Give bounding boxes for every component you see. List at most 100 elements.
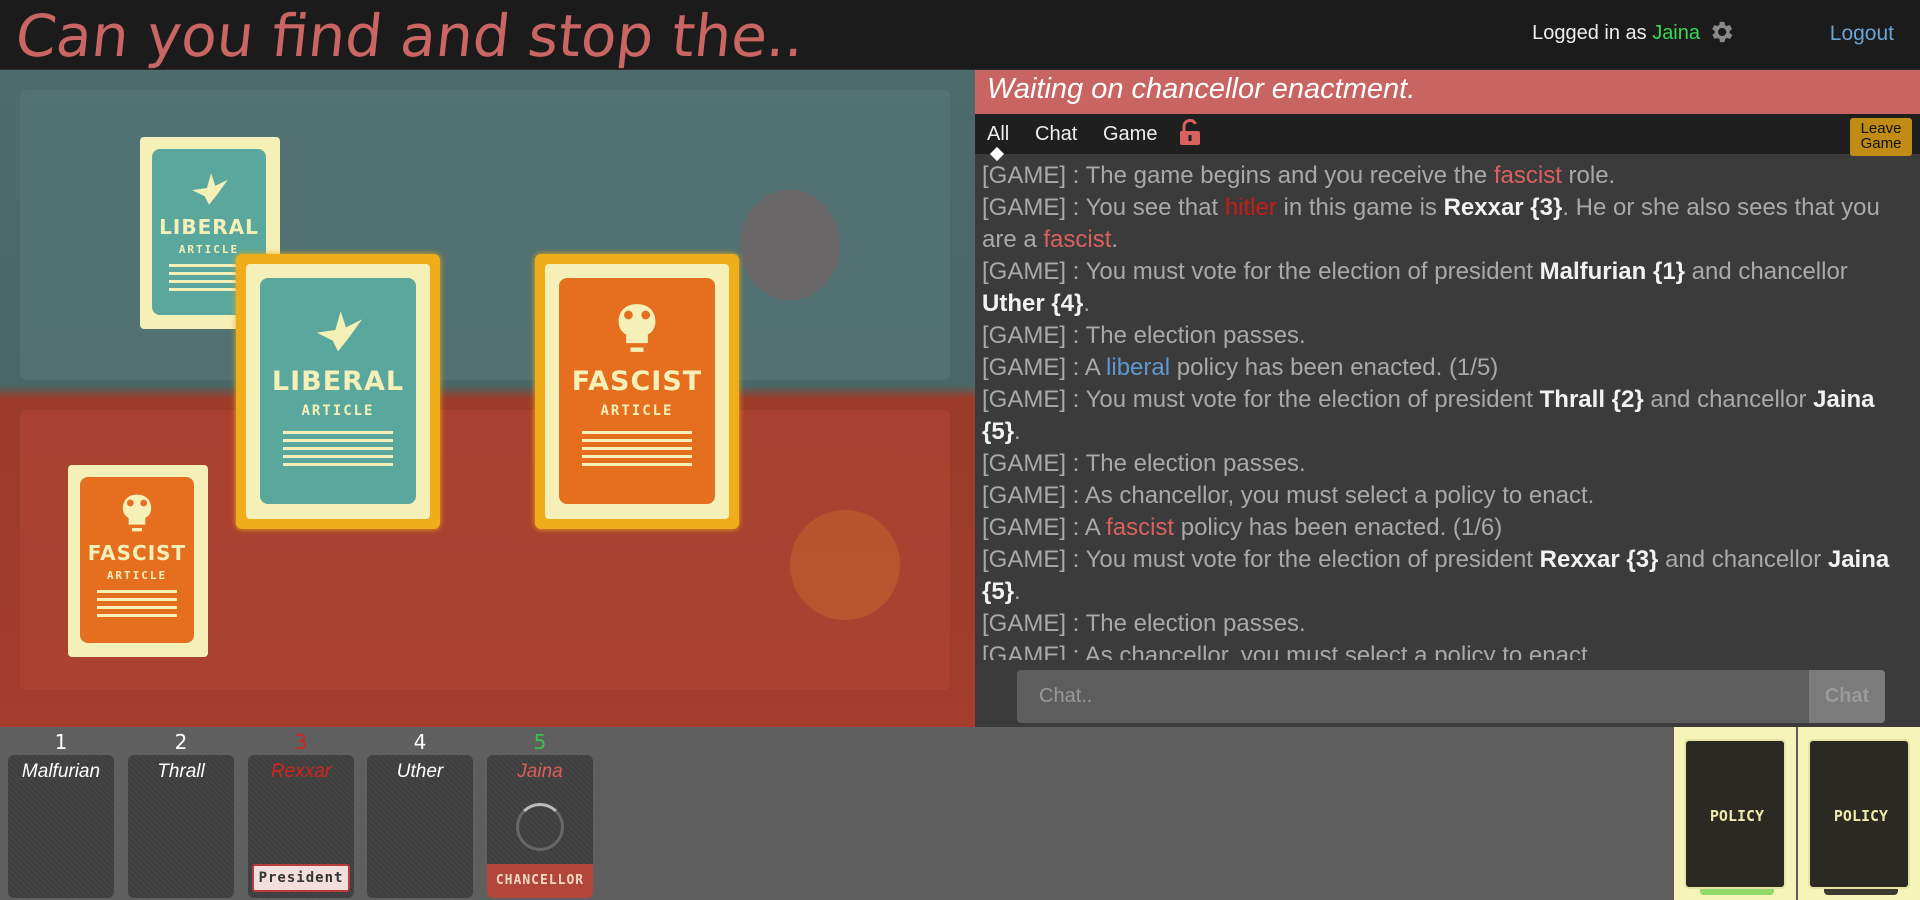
log-text: .	[1111, 226, 1119, 253]
policy-card-fascist[interactable]: FASCIST ARTICLE	[68, 465, 208, 657]
log-highlight: fascist	[1106, 514, 1175, 541]
log-entry: [GAME] : The election passes.	[982, 448, 1912, 480]
player-number: 1	[54, 730, 68, 754]
log-text: [GAME] : As chancellor, you must select …	[982, 482, 1595, 509]
player-name: Rexxar	[270, 761, 332, 782]
fascist-track-emblem	[790, 510, 900, 620]
dove-icon	[192, 173, 228, 205]
chat-input[interactable]	[1017, 670, 1809, 723]
liberal-track-emblem	[740, 190, 840, 300]
log-text: [GAME] : You must vote for the election …	[982, 258, 1540, 285]
chat-send-button[interactable]: Chat	[1809, 670, 1885, 723]
log-highlight: fascist	[1493, 162, 1562, 189]
logout-link[interactable]: Logout	[1830, 22, 1894, 46]
log-entry: [GAME] : The election passes.	[982, 608, 1912, 640]
player-name: Malfurian	[21, 761, 101, 782]
player-card[interactable]: 3 Rexxar President	[248, 727, 354, 900]
game-status-banner: Waiting on chancellor enactment.	[975, 70, 1920, 114]
gear-icon[interactable]	[1707, 18, 1735, 46]
player-number: 2	[174, 730, 188, 754]
player-name: Thrall	[157, 761, 205, 782]
log-text: [GAME] : The election passes.	[982, 322, 1306, 349]
log-entry: [GAME] : The game begins and you receive…	[982, 160, 1912, 192]
log-text: and chancellor	[1685, 258, 1848, 285]
policy-card-liberal-selected[interactable]: LIBERAL ARTICLE	[236, 254, 440, 529]
log-text: .	[1014, 418, 1021, 445]
log-text: .	[1083, 290, 1091, 317]
president-placard: President	[252, 864, 350, 892]
dove-icon	[316, 311, 362, 352]
log-text: [GAME] : You see that	[982, 194, 1225, 221]
log-entry: [GAME] : The election passes.	[982, 320, 1912, 352]
policy-deck-card: POLICY	[1808, 739, 1910, 895]
discard-pile-tag	[1824, 889, 1898, 895]
loading-spinner-icon	[516, 803, 564, 851]
game-board: LIBERAL ARTICLE LIBERAL ARTICLE FASCIST …	[0, 70, 975, 727]
log-highlight: Malfurian {1}	[1539, 258, 1686, 285]
player-card[interactable]: 5 Jaina CHANCELLOR	[487, 727, 593, 900]
player-name: Jaina	[517, 761, 563, 782]
log-entry: [GAME] : You must vote for the election …	[982, 256, 1912, 320]
card-subtitle: ARTICLE	[301, 403, 375, 419]
draw-pile-tag	[1700, 889, 1774, 895]
log-text: [GAME] : You must vote for the election …	[982, 546, 1540, 573]
leave-label: Leave	[1860, 120, 1902, 137]
player-card[interactable]: 2 Thrall	[128, 727, 234, 900]
draw-deck[interactable]: POLICY	[1674, 727, 1796, 900]
login-status: Logged in as Jaina	[1532, 22, 1700, 45]
username[interactable]: Jaina	[1652, 22, 1700, 44]
log-entry: [GAME] : As chancellor, you must select …	[982, 640, 1912, 660]
log-text: [GAME] : The game begins and you receive…	[982, 162, 1494, 189]
log-text: [GAME] : A	[982, 514, 1107, 541]
log-highlight: Rexxar {3}	[1539, 546, 1659, 573]
player-card[interactable]: 1 Malfurian	[8, 727, 114, 900]
log-text: and chancellor	[1658, 546, 1828, 573]
log-text: in this game is	[1276, 194, 1444, 221]
card-subtitle: ARTICLE	[178, 243, 240, 256]
policy-card-fascist-selected[interactable]: FASCIST ARTICLE	[535, 254, 739, 529]
card-title: FASCIST	[571, 366, 703, 397]
log-entry: [GAME] : You must vote for the election …	[982, 384, 1912, 448]
log-highlight: hitler	[1224, 194, 1277, 221]
skull-icon	[122, 494, 152, 532]
unlock-icon[interactable]	[1178, 119, 1202, 147]
log-highlight: fascist	[1043, 226, 1112, 253]
log-text: [GAME] : You must vote for the election …	[982, 386, 1540, 413]
card-title: LIBERAL	[159, 215, 259, 239]
log-highlight: Thrall {2}	[1539, 386, 1644, 413]
log-highlight: Uther {4}	[982, 290, 1084, 317]
log-highlight: Rexxar {3}	[1443, 194, 1563, 221]
tab-chat[interactable]: Chat	[1035, 123, 1077, 146]
deck-label: POLICY	[1709, 807, 1765, 825]
log-highlight: liberal	[1106, 354, 1171, 381]
discard-deck[interactable]: POLICY	[1798, 727, 1920, 900]
log-text: and chancellor	[1643, 386, 1814, 413]
log-text: role.	[1561, 162, 1616, 189]
log-entry: [GAME] : As chancellor, you must select …	[982, 480, 1912, 512]
log-text: [GAME] : As chancellor, you must select …	[982, 642, 1595, 660]
tab-all[interactable]: All	[987, 123, 1009, 146]
chat-panel: Waiting on chancellor enactment. All Cha…	[975, 70, 1920, 727]
chancellor-placard: CHANCELLOR	[487, 864, 593, 898]
log-entry: [GAME] : A liberal policy has been enact…	[982, 352, 1912, 384]
leave-game-button[interactable]: Leave Game	[1850, 118, 1912, 156]
card-subtitle: ARTICLE	[106, 569, 168, 582]
card-subtitle: ARTICLE	[600, 403, 674, 419]
card-title: LIBERAL	[271, 366, 405, 397]
site-logo[interactable]: Can you find and stop the..	[12, 2, 807, 70]
player-bar: 1 Malfurian 2 Thrall 3 Rexxar President …	[0, 727, 1920, 900]
log-entry: [GAME] : You see that hitler in this gam…	[982, 192, 1912, 256]
skull-icon	[618, 304, 656, 352]
player-number: 5	[533, 730, 547, 754]
log-text: .	[1014, 578, 1021, 605]
log-entry: [GAME] : A fascist policy has been enact…	[982, 512, 1912, 544]
player-card[interactable]: 4 Uther	[367, 727, 473, 900]
player-number: 3	[294, 730, 308, 754]
tab-game[interactable]: Game	[1103, 123, 1157, 146]
log-text: policy has been enacted. (1/6)	[1174, 514, 1503, 541]
header-bar: Can you find and stop the.. Logged in as…	[0, 0, 1920, 70]
log-text: [GAME] : The election passes.	[982, 450, 1306, 477]
player-number: 4	[413, 730, 427, 754]
deck-label: POLICY	[1833, 807, 1889, 825]
policy-deck-card: POLICY	[1684, 739, 1786, 895]
